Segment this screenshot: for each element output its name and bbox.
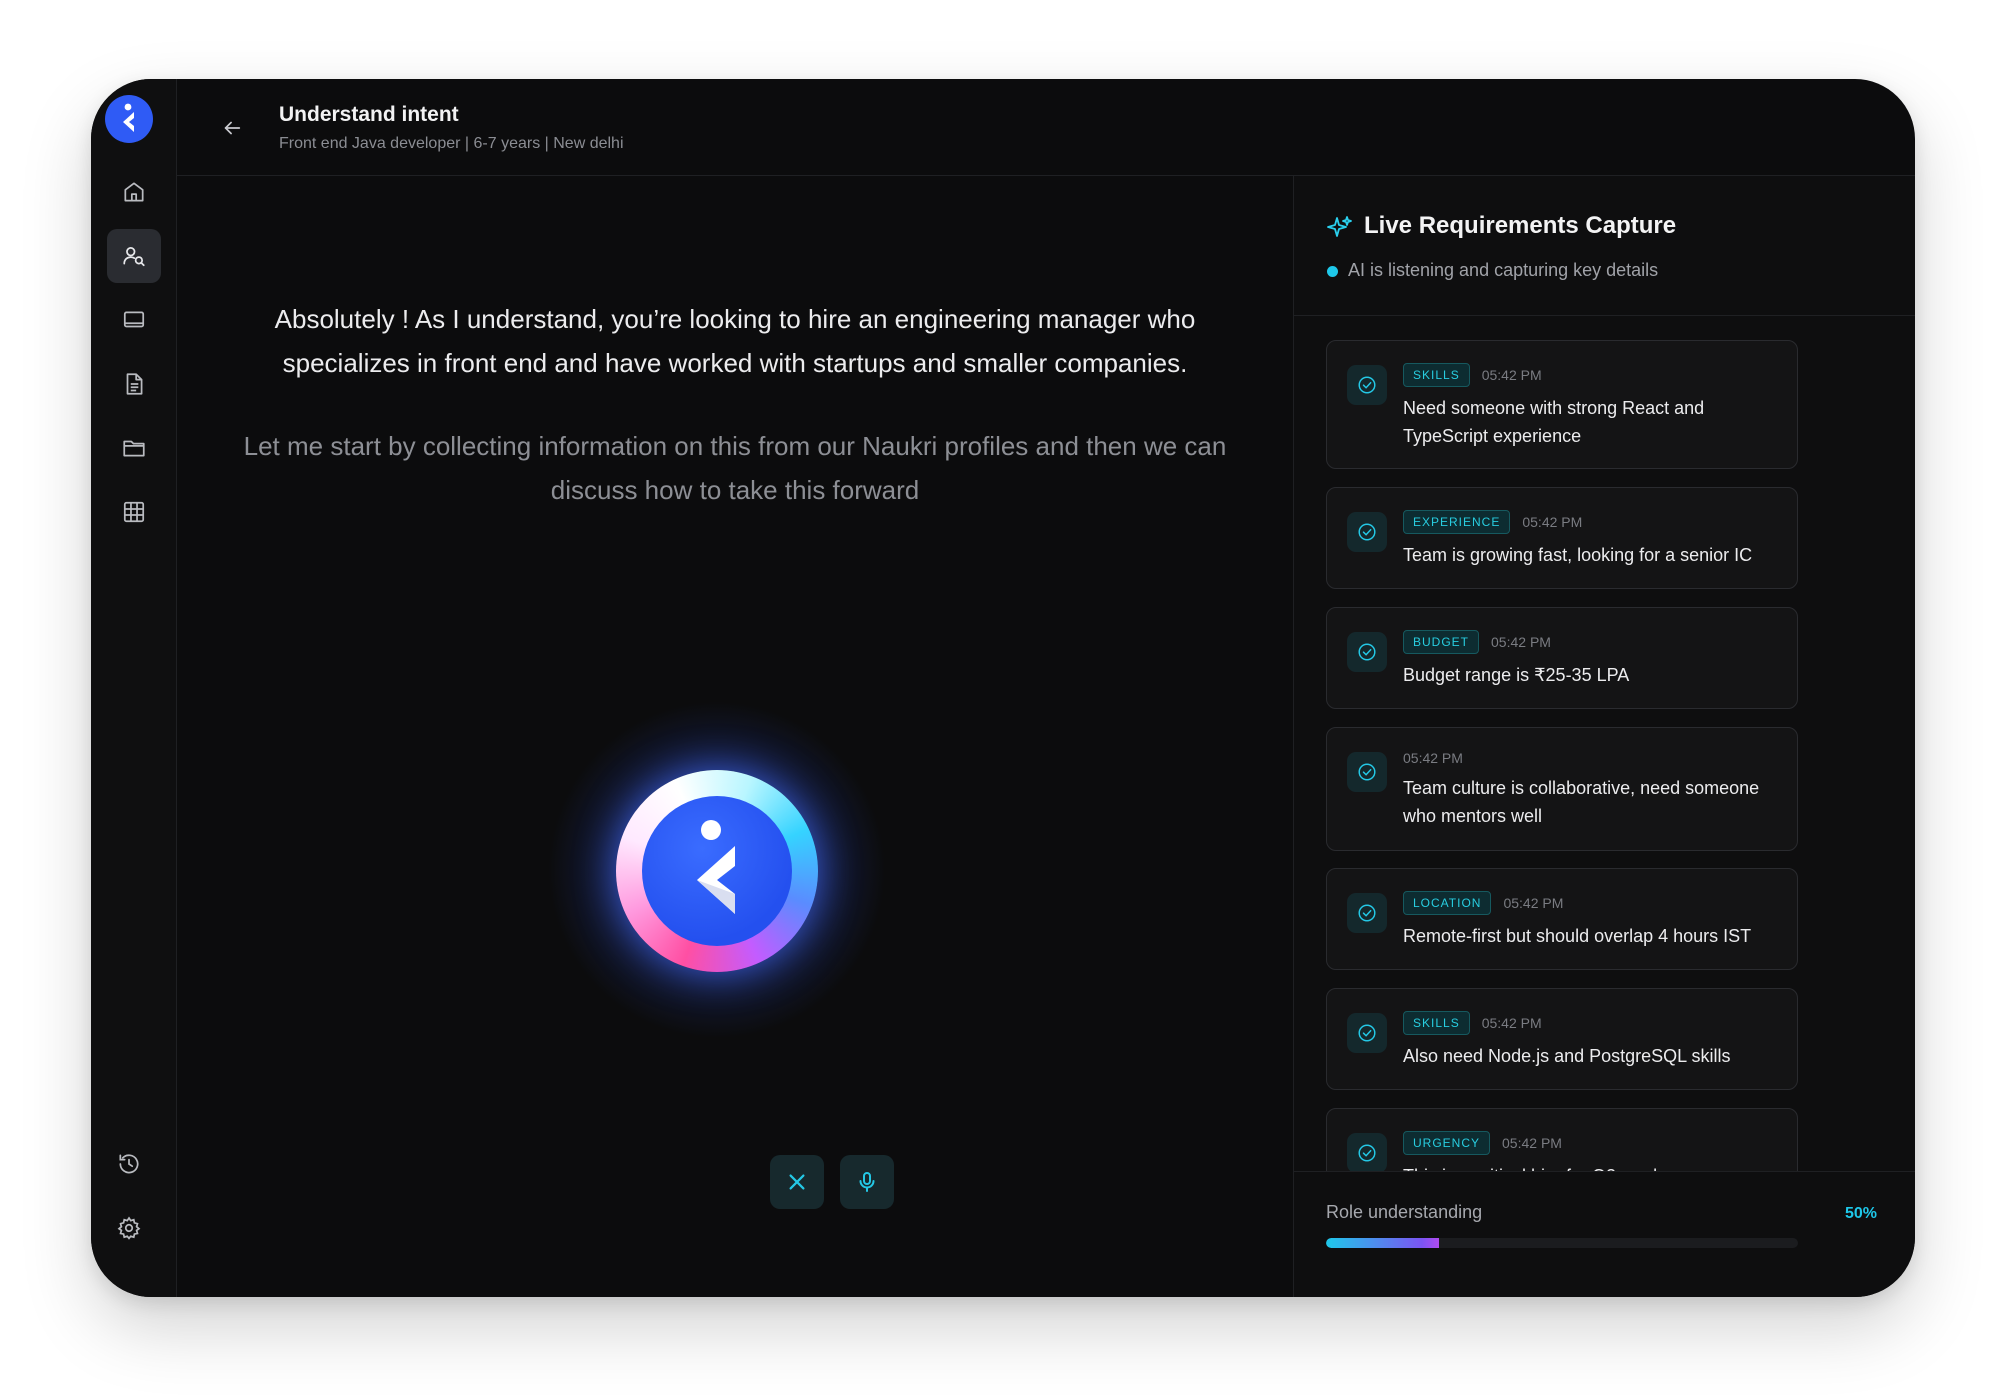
- requirement-tag: SKILLS: [1403, 1011, 1470, 1035]
- progress-percent: 50%: [1844, 1205, 1877, 1222]
- gear-icon: [117, 1216, 141, 1240]
- panel-title: Live Requirements Capture: [1364, 212, 1677, 239]
- requirement-text: This is a critical hire for Q2 roadmap: [1403, 1162, 1789, 1171]
- sparkle-icon: [1327, 216, 1352, 237]
- requirement-text: Also need Node.js and PostgreSQL skills: [1403, 1046, 1731, 1066]
- check-circle-icon: [1347, 893, 1387, 933]
- back-button[interactable]: [217, 113, 247, 143]
- panel-divider: [1294, 1171, 1915, 1172]
- conversation-area: Absolutely ! As I understand, you’re loo…: [177, 176, 1293, 1297]
- microphone-icon: [859, 1172, 875, 1192]
- check-circle-icon: [1347, 632, 1387, 672]
- requirement-time: 05:42 PM: [1403, 750, 1463, 766]
- sidebar-item-home[interactable]: [107, 165, 161, 219]
- listening-status: AI is listening and capturing key detail…: [1348, 260, 1659, 280]
- page-subtitle: Front end Java developer | 6-7 years | N…: [279, 135, 624, 152]
- grid-icon: [123, 501, 145, 523]
- cancel-button[interactable]: [770, 1155, 824, 1209]
- monitor-icon: [123, 311, 145, 328]
- arrow-left-icon: [224, 121, 241, 135]
- requirements-panel: Live Requirements Capture AI is listenin…: [1293, 176, 1915, 1297]
- document-icon: [126, 373, 143, 395]
- listening-indicator: [1327, 266, 1338, 277]
- sidebar-item-grid[interactable]: [107, 485, 161, 539]
- requirement-time: 05:42 PM: [1503, 895, 1564, 911]
- check-circle-icon: [1347, 365, 1387, 405]
- sidebar-item-monitor[interactable]: [107, 293, 161, 347]
- check-circle-icon: [1347, 752, 1387, 792]
- requirement-card[interactable]: SKILLS 05:42 PM Need someone with strong…: [1326, 340, 1798, 469]
- voice-orb: [642, 796, 792, 946]
- sidebar-item-documents[interactable]: [107, 357, 161, 411]
- requirement-tag: EXPERIENCE: [1403, 510, 1511, 534]
- role-understanding-progress: [1326, 1238, 1798, 1248]
- check-circle-icon: [1347, 1133, 1387, 1171]
- progress-fill: [1326, 1238, 1440, 1248]
- requirement-tag: URGENCY: [1403, 1131, 1491, 1155]
- sidebar-item-folders[interactable]: [107, 421, 161, 475]
- requirement-card[interactable]: 05:42 PM Team culture is collaborative, …: [1326, 727, 1798, 851]
- sidebar-item-settings[interactable]: [102, 1201, 156, 1255]
- brand-logo[interactable]: [105, 95, 153, 143]
- requirement-time: 05:42 PM: [1502, 1135, 1562, 1151]
- assistant-message-primary: Absolutely ! As I understand, you’re loo…: [274, 304, 1196, 378]
- requirement-card[interactable]: LOCATION 05:42 PM Remote-first but shoul…: [1326, 868, 1798, 970]
- requirement-text: Team culture is collaborative, need some…: [1403, 778, 1760, 826]
- requirement-card[interactable]: BUDGET 05:42 PM Budget range is ₹25-35 L…: [1326, 607, 1798, 709]
- requirement-card[interactable]: EXPERIENCE 05:42 PM Team is growing fast…: [1326, 487, 1798, 589]
- brand-mark-icon: [697, 820, 735, 914]
- requirement-time: 05:42 PM: [1522, 514, 1583, 530]
- home-icon: [124, 182, 144, 202]
- requirement-text: Need someone with strong React and TypeS…: [1403, 398, 1705, 446]
- sidebar-item-history[interactable]: [102, 1137, 156, 1191]
- requirement-tag: LOCATION: [1403, 891, 1492, 915]
- history-icon: [119, 1154, 139, 1174]
- requirements-list[interactable]: SKILLS 05:42 PM Need someone with strong…: [1294, 317, 1915, 1171]
- requirement-text: Remote-first but should overlap 4 hours …: [1403, 926, 1752, 946]
- requirement-time: 05:42 PM: [1481, 1015, 1542, 1031]
- requirement-time: 05:42 PM: [1491, 634, 1551, 650]
- assistant-message-secondary: Let me start by collecting information o…: [243, 431, 1227, 505]
- close-icon: [789, 1174, 805, 1190]
- progress-label: Role understanding: [1326, 1202, 1483, 1222]
- requirement-time: 05:42 PM: [1481, 367, 1542, 383]
- page-header: Understand intent Front end Java develop…: [177, 79, 1915, 176]
- app-window: Understand intent Front end Java develop…: [91, 79, 1915, 1297]
- user-search-icon: [123, 247, 145, 267]
- microphone-button[interactable]: [840, 1155, 894, 1209]
- requirement-text: Team is growing fast, looking for a seni…: [1403, 545, 1753, 565]
- requirement-card[interactable]: URGENCY 05:42 PM This is a critical hire…: [1326, 1108, 1798, 1171]
- check-circle-icon: [1347, 1013, 1387, 1053]
- folder-icon: [123, 440, 145, 457]
- requirement-tag: BUDGET: [1403, 630, 1480, 654]
- requirement-tag: SKILLS: [1403, 363, 1470, 387]
- requirements-panel-header: Live Requirements Capture AI is listenin…: [1294, 176, 1915, 316]
- page-title: Understand intent: [279, 103, 459, 126]
- check-circle-icon: [1347, 512, 1387, 552]
- sidebar: [91, 79, 177, 1297]
- requirement-card[interactable]: SKILLS 05:42 PM Also need Node.js and Po…: [1326, 988, 1798, 1090]
- sidebar-item-candidate-search[interactable]: [107, 229, 161, 283]
- requirement-text: Budget range is ₹25-35 LPA: [1403, 665, 1630, 685]
